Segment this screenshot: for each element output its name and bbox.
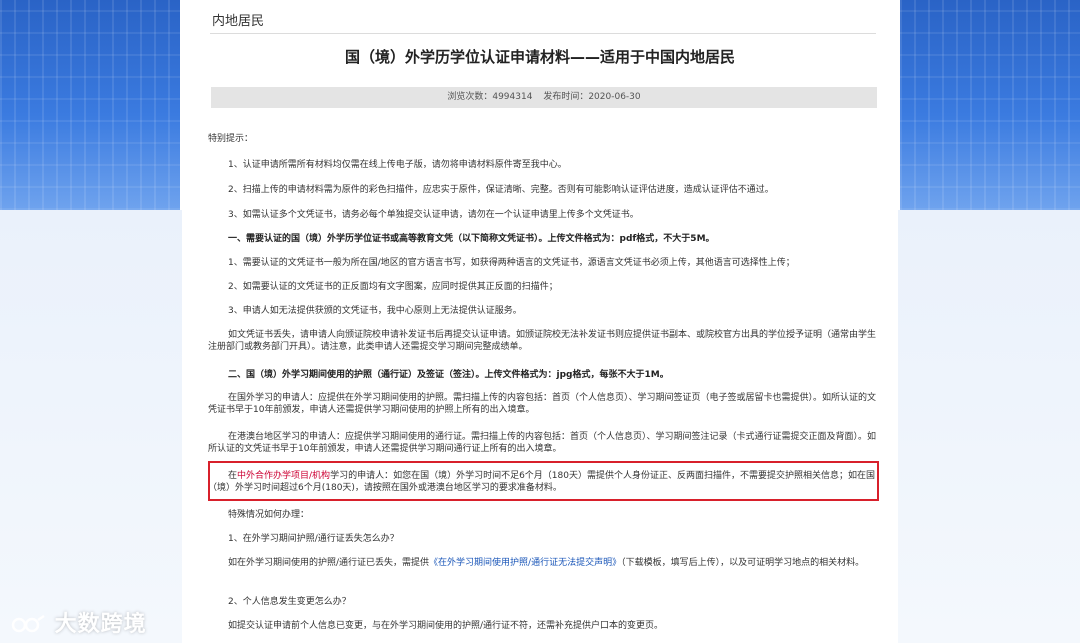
section-1-item-1: 1、需要认证的文凭证书一般为所在国/地区的官方语言书写，如获得两种语言的文凭证书… — [228, 258, 795, 268]
tip-1: 1、认证申请所需所有材料均仅需在线上传电子版，请勿将申请材料原件寄至我中心。 — [228, 160, 567, 170]
tip-3: 3、如需认证多个文凭证书，请务必每个单独提交认证申请，请勿在一个认证申请里上传多… — [228, 210, 639, 220]
breadcrumb[interactable]: 内地居民 — [212, 10, 264, 29]
question-1: 1、在外学习期间护照/通行证丢失怎么办？ — [228, 534, 399, 544]
question-2: 2、个人信息发生变更怎么办？ — [228, 597, 351, 607]
special-cases-heading: 特殊情况如何办理： — [228, 510, 310, 520]
left-banner-decoration — [0, 0, 180, 210]
article-container: 内地居民 国（境）外学历学位认证申请材料——适用于中国内地居民 浏览次数：499… — [182, 0, 898, 643]
tip-2: 2、扫描上传的申请材料需为原件的彩色扫描件，应忠实于原件，保证清晰、完整。否则有… — [228, 185, 774, 195]
section-2-heading: 二、国（境）外学习期间使用的护照（通行证）及签证（签注）。上传文件格式为：jpg… — [228, 370, 669, 380]
page-title: 国（境）外学历学位认证申请材料——适用于中国内地居民 — [344, 48, 735, 66]
answer-1-prefix: 如在外学习期间使用的护照/通行证已丢失，需提供 — [228, 558, 430, 568]
section-1-item-2: 2、如需要认证的文凭证书的正反面均有文字图案，应同时提供其正反面的扫描件； — [228, 282, 558, 292]
section-2-abroad: 在国外学习的申请人：应提供在外学习期间使用的护照。需扫描上传的内容包括：首页（个… — [208, 393, 877, 415]
view-count: 浏览次数：4994314 — [447, 92, 533, 102]
section-1-heading: 一、需要认证的国（境）外学历学位证书或高等教育文凭（以下简称文凭证书）。上传文件… — [228, 234, 715, 244]
answer-2: 如提交认证申请前个人信息已变更，与在外学习期间使用的护照/通行证不符，还需补充提… — [228, 621, 664, 631]
publish-date: 发布时间：2020-06-30 — [543, 92, 641, 102]
highlight-annotation-box — [208, 461, 879, 501]
declaration-link[interactable]: 《在外学习期间使用护照/通行证无法提交声明》 — [429, 558, 621, 568]
section-2-hkmt: 在港澳台地区学习的申请人：应提供学习期间使用的通行证。需扫描上传的内容包括：首页… — [208, 432, 877, 454]
section-1-note: 如文凭证书丢失，请申请人向颁证院校申请补发证书后再提交认证申请。如颁证院校无法补… — [208, 330, 877, 352]
answer-1-rest: （下载模板，填写后上传），以及可证明学习地点的相关材料。 — [621, 558, 865, 568]
breadcrumb-divider — [210, 33, 876, 34]
watermark: 大数跨境 — [10, 606, 147, 638]
answer-1: 如在外学习期间使用的护照/通行证已丢失，需提供《在外学习期间使用护照/通行证无法… — [208, 557, 876, 569]
article-meta-bar: 浏览次数：4994314 发布时间：2020-06-30 — [211, 87, 877, 108]
special-tip-heading: 特别提示： — [208, 134, 254, 144]
watermark-logo-icon — [11, 614, 45, 633]
right-banner-decoration — [900, 0, 1080, 210]
section-1-item-3: 3、申请人如无法提供获颁的文凭证书，我中心原则上无法提供认证服务。 — [228, 306, 522, 316]
watermark-text: 大数跨境 — [54, 612, 147, 637]
